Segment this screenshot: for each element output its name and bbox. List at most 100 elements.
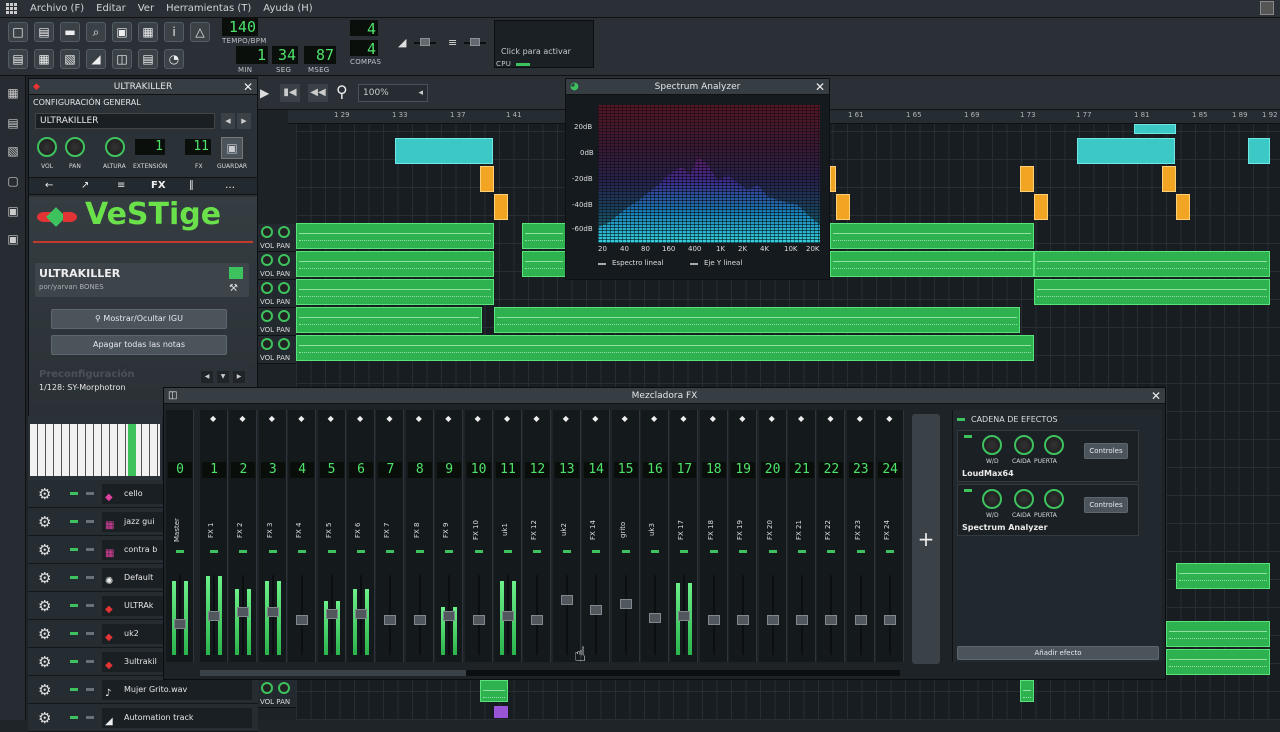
gear-icon[interactable]: ⚙ [38, 653, 51, 671]
mute-led[interactable] [621, 550, 630, 553]
beat-editor-icon[interactable]: ▦ [34, 49, 54, 69]
add-channel-button[interactable]: + [912, 414, 940, 664]
channel-name[interactable]: Master [173, 510, 187, 550]
mute-led[interactable] [592, 550, 601, 553]
mixer-channel[interactable]: ◆ 10 FX 10 [464, 410, 493, 662]
instrument-plugins-icon[interactable]: ▦ [6, 86, 20, 100]
sample-clip[interactable] [522, 251, 566, 277]
mixer-channel[interactable]: ◆ 12 FX 12 [523, 410, 552, 662]
play-icon[interactable]: ▶ [260, 86, 269, 100]
send-arrow-icon[interactable]: ◆ [798, 414, 804, 423]
mixer-channel[interactable]: ◆ 5 FX 5 [317, 410, 346, 662]
solo-led[interactable] [86, 548, 94, 551]
project-notes-icon[interactable]: ▤ [138, 49, 158, 69]
volume-fader[interactable] [854, 615, 867, 625]
mute-led[interactable] [886, 550, 895, 553]
mute-led[interactable] [176, 550, 184, 553]
mixer-channel[interactable]: ◆ 18 FX 18 [699, 410, 728, 662]
sample-clip[interactable] [1166, 621, 1270, 647]
volume-fader[interactable] [502, 611, 514, 621]
pattern-clip[interactable] [1162, 166, 1176, 192]
presets-icon[interactable]: ▢ [6, 174, 20, 188]
volume-fader[interactable] [384, 615, 397, 625]
mixer-channel[interactable]: ◆ 17 FX 17 [670, 410, 699, 662]
new-project-icon[interactable]: □ [8, 22, 28, 42]
mixer-channel[interactable]: ◆ 13 uk2 [552, 410, 581, 662]
mute-led[interactable] [70, 660, 78, 663]
mixer-scrollbar[interactable] [200, 670, 900, 676]
sample-clip[interactable] [1034, 251, 1270, 277]
mute-led[interactable] [70, 716, 78, 719]
send-arrow-icon[interactable]: ◆ [416, 414, 422, 423]
effect-enable-led[interactable] [964, 435, 972, 438]
gear-icon[interactable]: ⚙ [38, 569, 51, 587]
track-controls[interactable]: VOL PAN [258, 308, 296, 336]
mute-led[interactable] [357, 550, 365, 553]
controller-rack-icon[interactable]: ◔ [164, 49, 184, 69]
mute-led[interactable] [709, 550, 718, 553]
sample-clip[interactable] [1020, 680, 1034, 702]
open-plugin-icon[interactable] [229, 267, 243, 279]
tempo-display[interactable]: 140 [222, 18, 258, 36]
app-menu-icon[interactable] [6, 2, 18, 15]
mixer-channel[interactable]: ◆ 9 FX 9 [435, 410, 464, 662]
pan-knob[interactable] [278, 254, 290, 266]
channel-name[interactable]: FX 9 [442, 510, 456, 550]
channel-name[interactable]: FX 17 [677, 510, 691, 550]
solo-led[interactable] [86, 716, 94, 719]
sample-clip[interactable] [522, 223, 566, 249]
volume-fader[interactable] [884, 615, 897, 625]
pattern-clip[interactable] [395, 138, 493, 164]
mixer-channel[interactable]: ◆ 19 FX 19 [729, 410, 758, 662]
mute-led[interactable] [415, 550, 424, 553]
pattern-clip[interactable] [480, 166, 494, 192]
mute-led[interactable] [70, 604, 78, 607]
volume-knob[interactable] [37, 137, 57, 157]
channel-name[interactable]: FX 23 [854, 510, 868, 550]
effects-enable-led[interactable] [957, 418, 965, 421]
mixer-channel[interactable]: ◆ 11 uk1 [494, 410, 522, 662]
mixer-icon[interactable]: ◫ [112, 49, 132, 69]
vol-knob[interactable] [261, 682, 273, 694]
send-arrow-icon[interactable]: ◆ [651, 414, 657, 423]
channel-name[interactable]: FX 22 [824, 510, 838, 550]
pattern-clip[interactable] [1248, 138, 1270, 164]
mute-led[interactable] [70, 520, 78, 523]
mixer-channel[interactable]: ◆ 23 FX 23 [846, 410, 875, 662]
vol-knob[interactable] [261, 310, 273, 322]
mute-led[interactable] [856, 550, 865, 553]
menu-archivo[interactable]: Archivo (F) [30, 3, 84, 14]
volume-fader[interactable] [443, 611, 456, 621]
track-row[interactable]: ⚙ ♪ Mujer Grito.wav [28, 676, 258, 704]
send-arrow-icon[interactable]: ◆ [328, 414, 334, 423]
volume-fader[interactable] [266, 607, 279, 617]
mute-led[interactable] [210, 550, 218, 553]
mute-led[interactable] [827, 550, 836, 553]
send-arrow-icon[interactable]: ◆ [210, 414, 216, 423]
send-arrow-icon[interactable]: ◆ [504, 414, 510, 423]
mute-led[interactable] [768, 550, 777, 553]
volume-fader[interactable] [208, 611, 220, 621]
send-arrow-icon[interactable]: ◆ [710, 414, 716, 423]
mute-led[interactable] [504, 550, 512, 553]
mute-led[interactable] [562, 550, 571, 553]
mute-led[interactable] [298, 550, 307, 553]
decay-knob[interactable] [1014, 435, 1034, 455]
window-restore-icon[interactable] [1260, 1, 1274, 15]
open-project-icon[interactable]: ▬ [60, 22, 80, 42]
mute-led[interactable] [70, 548, 78, 551]
controls-button[interactable]: Controles [1084, 497, 1128, 513]
volume-fader[interactable] [766, 615, 779, 625]
menu-ayuda[interactable]: Ayuda (H) [263, 3, 312, 14]
channel-name[interactable]: FX 19 [736, 510, 750, 550]
channel-name[interactable]: FX 20 [766, 510, 780, 550]
volume-fader[interactable] [737, 615, 750, 625]
channel-name[interactable]: uk2 [560, 510, 574, 550]
mixer-channel[interactable]: ◆ 6 FX 6 [347, 410, 375, 662]
mixer-channel[interactable]: ◆ 8 FX 8 [405, 410, 434, 662]
instrument-piano[interactable] [28, 416, 162, 480]
time-sig-denominator[interactable]: 4 [350, 40, 378, 58]
solo-led[interactable] [86, 688, 94, 691]
sample-clip[interactable] [296, 279, 494, 305]
send-arrow-icon[interactable]: ◆ [298, 414, 304, 423]
